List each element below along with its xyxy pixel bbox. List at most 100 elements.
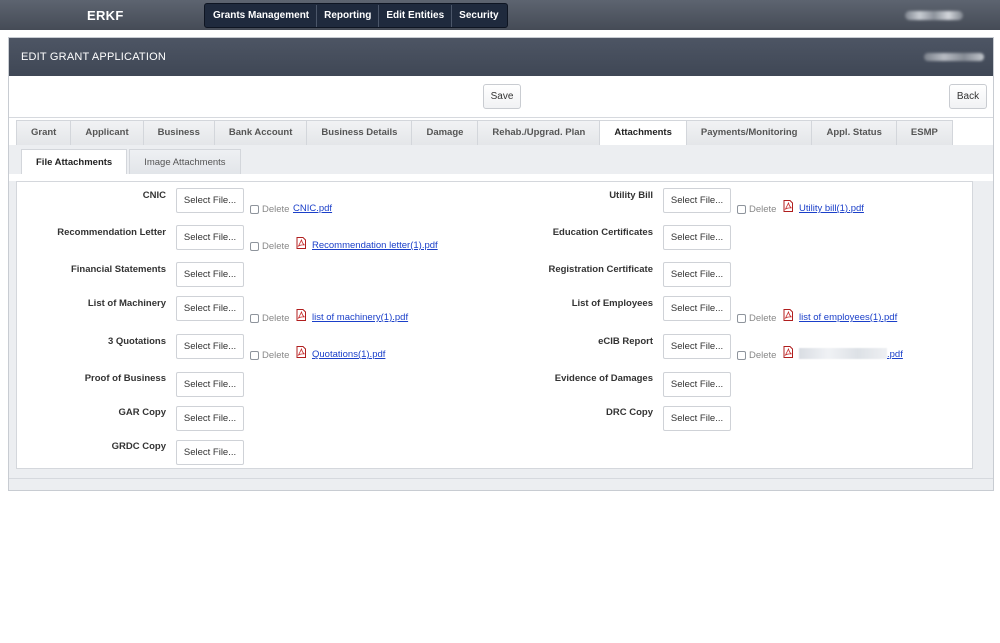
- tab-bank-account[interactable]: Bank Account: [214, 121, 308, 145]
- label-evidence-of-damages: Evidence of Damages: [554, 373, 653, 384]
- select-file-button-list-of-machinery[interactable]: Select File...: [176, 296, 244, 321]
- delete-toggle-cnic[interactable]: Delete: [250, 204, 289, 215]
- select-file-button-ecib-report[interactable]: Select File...: [663, 334, 731, 359]
- label-grdc-copy: GRDC Copy: [111, 441, 166, 452]
- label-list-of-machinery: List of Machinery: [87, 298, 166, 309]
- label-recommendation-letter: Recommendation Letter: [57, 227, 166, 238]
- back-button[interactable]: Back: [949, 84, 987, 109]
- brand-logo[interactable]: ERKF: [87, 8, 124, 23]
- tab-applicant[interactable]: Applicant: [71, 121, 144, 145]
- label-financial-statements: Financial Statements: [70, 264, 166, 275]
- delete-label: Delete: [262, 313, 290, 324]
- nav-security[interactable]: Security: [452, 5, 505, 27]
- pdf-file-icon: [296, 237, 306, 249]
- pdf-file-icon: [783, 346, 793, 358]
- subtab-image-attachments[interactable]: Image Attachments: [129, 149, 241, 174]
- delete-label: Delete: [749, 204, 777, 215]
- pdf-file-icon: [296, 309, 306, 321]
- delete-checkbox[interactable]: [250, 351, 259, 360]
- delete-toggle-recommendation-letter[interactable]: Delete: [250, 241, 289, 252]
- pdf-file-icon: [296, 346, 306, 358]
- subtab-file-attachments[interactable]: File Attachments: [21, 149, 128, 174]
- file-link-cnic[interactable]: CNIC.pdf: [293, 203, 332, 214]
- nav-grants-management[interactable]: Grants Management: [206, 5, 318, 27]
- delete-checkbox[interactable]: [737, 351, 746, 360]
- label-registration-certificate: Registration Certificate: [548, 264, 653, 275]
- tabs-area: Grant Applicant Business Bank Account Bu…: [9, 119, 993, 145]
- label-education-certificates: Education Certificates: [552, 227, 653, 238]
- select-file-button-education-certificates[interactable]: Select File...: [663, 225, 731, 250]
- redacted-header-info: [924, 53, 984, 61]
- delete-toggle-ecib-report[interactable]: Delete: [737, 350, 776, 361]
- file-link-list-of-machinery[interactable]: list of machinery(1).pdf: [312, 312, 408, 323]
- delete-checkbox[interactable]: [737, 205, 746, 214]
- tab-appl-status[interactable]: Appl. Status: [812, 121, 897, 145]
- delete-toggle-utility-bill[interactable]: Delete: [737, 204, 776, 215]
- subtab-divider: [9, 174, 993, 181]
- label-list-of-employees: List of Employees: [571, 298, 653, 309]
- tab-grant[interactable]: Grant: [17, 121, 72, 145]
- save-button[interactable]: Save: [483, 84, 521, 109]
- delete-checkbox[interactable]: [250, 314, 259, 323]
- delete-label: Delete: [262, 204, 290, 215]
- sub-tabs: File Attachments Image Attachments: [21, 149, 243, 174]
- tab-esmp[interactable]: ESMP: [896, 121, 952, 145]
- select-file-button-proof-of-business[interactable]: Select File...: [176, 372, 244, 397]
- label-drc-copy: DRC Copy: [606, 407, 653, 418]
- panel-footer: [9, 478, 993, 490]
- file-link-utility-bill[interactable]: Utility bill(1).pdf: [799, 203, 864, 214]
- file-attachments-form: CNIC Select File... Delete CNIC.pdf Reco…: [16, 181, 973, 469]
- label-ecib-report: eCIB Report: [598, 336, 653, 347]
- label-cnic: CNIC: [142, 190, 166, 201]
- select-file-button-registration-certificate[interactable]: Select File...: [663, 262, 731, 287]
- panel-header: EDIT GRANT APPLICATION: [9, 38, 993, 76]
- file-link-recommendation-letter[interactable]: Recommendation letter(1).pdf: [312, 240, 438, 251]
- tab-damage[interactable]: Damage: [412, 121, 479, 145]
- tab-rehab-upgrad-plan[interactable]: Rehab./Upgrad. Plan: [478, 121, 601, 145]
- nav-reporting[interactable]: Reporting: [317, 5, 380, 27]
- tab-payments-monitoring[interactable]: Payments/Monitoring: [686, 121, 813, 145]
- main-nav: Grants Management Reporting Edit Entitie…: [204, 3, 508, 28]
- top-bar: ERKF Grants Management Reporting Edit En…: [0, 0, 1000, 30]
- toolbar: Save Back: [9, 76, 993, 118]
- tab-business-details[interactable]: Business Details: [307, 121, 413, 145]
- select-file-button-evidence-of-damages[interactable]: Select File...: [663, 372, 731, 397]
- tab-attachments[interactable]: Attachments: [600, 121, 687, 145]
- delete-toggle-list-of-machinery[interactable]: Delete: [250, 313, 289, 324]
- select-file-button-grdc-copy[interactable]: Select File...: [176, 440, 244, 465]
- select-file-button-gar-copy[interactable]: Select File...: [176, 406, 244, 431]
- select-file-button-list-of-employees[interactable]: Select File...: [663, 296, 731, 321]
- select-file-button-cnic[interactable]: Select File...: [176, 188, 244, 213]
- main-tabs: Grant Applicant Business Bank Account Bu…: [16, 120, 953, 145]
- label-gar-copy: GAR Copy: [118, 407, 167, 418]
- edit-grant-panel: EDIT GRANT APPLICATION Save Back Grant A…: [8, 37, 994, 491]
- file-link-ecib-report[interactable]: .pdf: [887, 349, 903, 360]
- label-proof-of-business: Proof of Business: [84, 373, 166, 384]
- delete-label: Delete: [749, 350, 777, 361]
- attachments-subpanel: File Attachments Image Attachments CNIC …: [9, 145, 993, 490]
- delete-checkbox[interactable]: [250, 242, 259, 251]
- select-file-button-drc-copy[interactable]: Select File...: [663, 406, 731, 431]
- pdf-file-icon: [783, 309, 793, 321]
- select-file-button-recommendation-letter[interactable]: Select File...: [176, 225, 244, 250]
- file-link-list-of-employees[interactable]: list of employees(1).pdf: [799, 312, 897, 323]
- label-3-quotations: 3 Quotations: [107, 336, 166, 347]
- delete-label: Delete: [262, 350, 290, 361]
- delete-checkbox[interactable]: [737, 314, 746, 323]
- select-file-button-utility-bill[interactable]: Select File...: [663, 188, 731, 213]
- select-file-button-financial-statements[interactable]: Select File...: [176, 262, 244, 287]
- redacted-filename: [799, 348, 887, 359]
- delete-checkbox[interactable]: [250, 205, 259, 214]
- user-menu[interactable]: [905, 11, 963, 20]
- delete-label: Delete: [262, 241, 290, 252]
- file-link-3-quotations[interactable]: Quotations(1).pdf: [312, 349, 385, 360]
- delete-toggle-3-quotations[interactable]: Delete: [250, 350, 289, 361]
- select-file-button-3-quotations[interactable]: Select File...: [176, 334, 244, 359]
- page-title: EDIT GRANT APPLICATION: [21, 51, 166, 63]
- delete-label: Delete: [749, 313, 777, 324]
- nav-edit-entities[interactable]: Edit Entities: [379, 5, 453, 27]
- pdf-file-icon: [783, 200, 793, 212]
- delete-toggle-list-of-employees[interactable]: Delete: [737, 313, 776, 324]
- tab-business[interactable]: Business: [143, 121, 215, 145]
- label-utility-bill: Utility Bill: [609, 190, 653, 201]
